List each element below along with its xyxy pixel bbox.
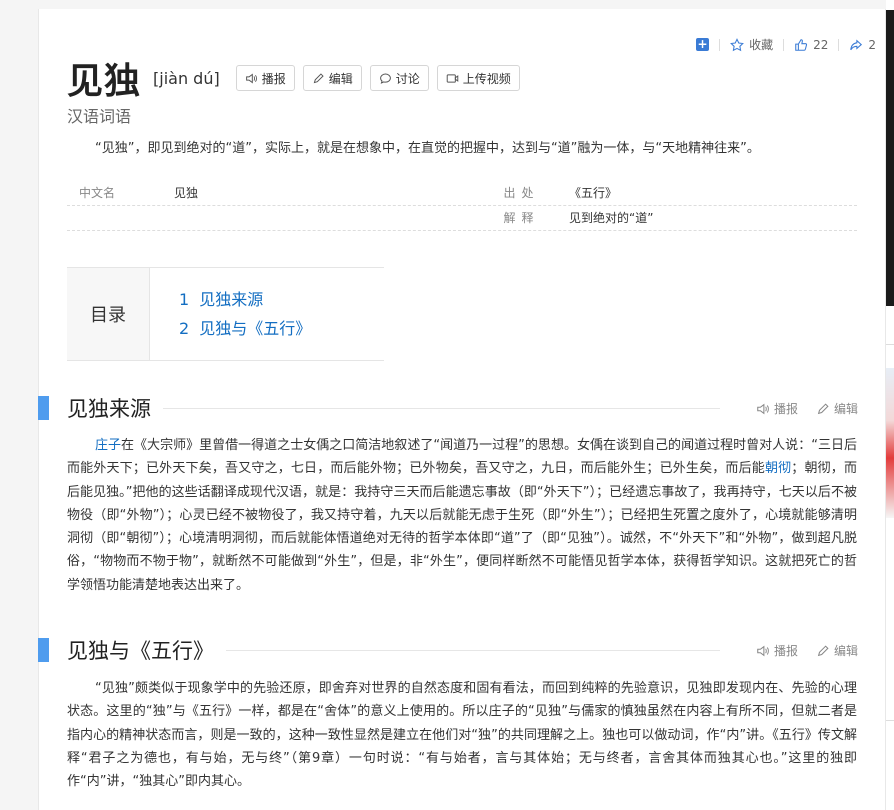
section-edit-label: 编辑 xyxy=(833,402,858,416)
section-paragraph: 庄子在《大宗师》里曾借一得道之士女偊之口简洁地叙述了“闻道乃一过程”的思想。女偊… xyxy=(67,434,857,597)
pencil-icon xyxy=(817,644,829,656)
info-value: 见到绝对的“道” xyxy=(569,211,654,225)
info-key: 中文名 xyxy=(79,186,116,200)
pencil-icon xyxy=(313,72,324,83)
section-ops: 播报 编辑 xyxy=(756,400,858,417)
side-ad-image-2[interactable] xyxy=(886,368,894,518)
link-zhuangzi[interactable]: 庄子 xyxy=(95,438,121,453)
toc-label: 目录 xyxy=(67,268,150,360)
toc-item-number: 1 xyxy=(179,290,190,309)
share-button[interactable]: 2 xyxy=(845,38,880,52)
section-marker xyxy=(38,396,49,420)
entry-subtitle: 汉语词语 xyxy=(67,107,132,126)
play-label: 播报 xyxy=(261,71,286,86)
chat-bubble-icon xyxy=(379,73,391,84)
section-edit-button[interactable]: 编辑 xyxy=(816,642,858,659)
link-chaoche[interactable]: 朝彻 xyxy=(765,461,791,476)
entry-pinyin: [jiàn dú] xyxy=(153,68,220,88)
section-header: 见独来源 播报 编辑 xyxy=(38,393,858,423)
toc-item-text: 见独来源 xyxy=(199,290,264,309)
add-button[interactable]: + xyxy=(692,38,713,51)
paragraph-text: 在《大宗师》里曾借一得道之士女偊之口简洁地叙述了“闻道乃一过程”的思想。女偊在谈… xyxy=(67,438,857,477)
star-icon xyxy=(730,37,744,51)
section-paragraph: “见独”颇类似于现象学中的先验还原，即舍弃对世界的自然态度和固有看法，而回到纯粹… xyxy=(67,681,857,790)
section-edit-label: 编辑 xyxy=(833,644,858,658)
section-title: 见独来源 xyxy=(67,393,163,423)
edit-button[interactable]: 编辑 xyxy=(302,65,362,91)
info-value: 《五行》 xyxy=(569,186,618,200)
share-icon xyxy=(850,38,863,50)
title-row: 见独 [jiàn dú] 播报 编辑 讨论 上传视频 xyxy=(67,52,520,104)
info-key: 解释 xyxy=(503,211,540,225)
paragraph-text: ；朝彻，而后能见独。”把他的这些话翻译成现代汉语，就是：我持守三天而后能遗忘事故… xyxy=(67,461,857,593)
section-play-label: 播报 xyxy=(773,644,798,658)
like-button[interactable]: 22 xyxy=(790,38,832,52)
collect-label: 收藏 xyxy=(749,38,774,52)
table-of-contents: 目录 1 见独来源 2 见独与《五行》 xyxy=(67,267,384,361)
upload-video-button[interactable]: 上传视频 xyxy=(436,65,520,91)
side-ad-image[interactable] xyxy=(886,10,894,306)
upload-video-label: 上传视频 xyxy=(462,71,511,86)
toc-item[interactable]: 1 见独来源 xyxy=(179,286,263,310)
info-row: 解释 见到绝对的“道” xyxy=(67,206,857,231)
thumbs-up-icon xyxy=(795,38,808,51)
section-divider xyxy=(218,650,720,651)
section-marker xyxy=(38,638,49,662)
divider xyxy=(838,38,840,51)
edit-label: 编辑 xyxy=(328,71,353,86)
discuss-label: 讨论 xyxy=(395,71,420,86)
section-header: 见独与《五行》 播报 编辑 xyxy=(38,635,858,665)
info-value: 见独 xyxy=(174,186,199,200)
divider xyxy=(783,38,785,51)
share-count: 2 xyxy=(868,37,876,52)
side-divider xyxy=(886,720,894,721)
top-actions: + 收藏 22 2 xyxy=(692,36,880,53)
section-divider xyxy=(158,408,720,409)
speaker-icon xyxy=(757,645,769,656)
info-table: 中文名 见独 出处 《五行》 解释 见到绝对的“道” xyxy=(67,181,857,231)
entry-summary: “见独”，即见到绝对的“道”，实际上，就是在想象中，在直觉的把握中，达到与“道”… xyxy=(95,141,760,156)
info-key-empty xyxy=(67,206,174,230)
section-play-button[interactable]: 播报 xyxy=(756,642,798,659)
toc-item[interactable]: 2 见独与《五行》 xyxy=(179,315,311,339)
info-value-empty xyxy=(174,206,474,230)
toc-item-number: 2 xyxy=(179,319,190,338)
info-row: 中文名 见独 出处 《五行》 xyxy=(67,181,857,206)
pencil-icon xyxy=(817,402,829,414)
plus-icon: + xyxy=(696,37,710,51)
entry-title: 见独 xyxy=(67,61,142,102)
section-edit-button[interactable]: 编辑 xyxy=(816,400,858,417)
play-button[interactable]: 播报 xyxy=(235,65,295,91)
section-title: 见独与《五行》 xyxy=(67,635,226,665)
collect-button[interactable]: 收藏 xyxy=(726,36,777,53)
speaker-icon xyxy=(757,403,769,414)
like-count: 22 xyxy=(813,37,829,52)
side-divider xyxy=(886,344,894,345)
info-key: 出处 xyxy=(503,186,540,200)
video-icon xyxy=(446,73,459,83)
speaker-icon xyxy=(245,72,257,84)
discuss-button[interactable]: 讨论 xyxy=(369,65,429,91)
toc-item-text: 见独与《五行》 xyxy=(199,319,312,338)
section-play-label: 播报 xyxy=(773,402,798,416)
section-ops: 播报 编辑 xyxy=(756,642,858,659)
section-play-button[interactable]: 播报 xyxy=(756,400,798,417)
divider xyxy=(719,38,721,51)
